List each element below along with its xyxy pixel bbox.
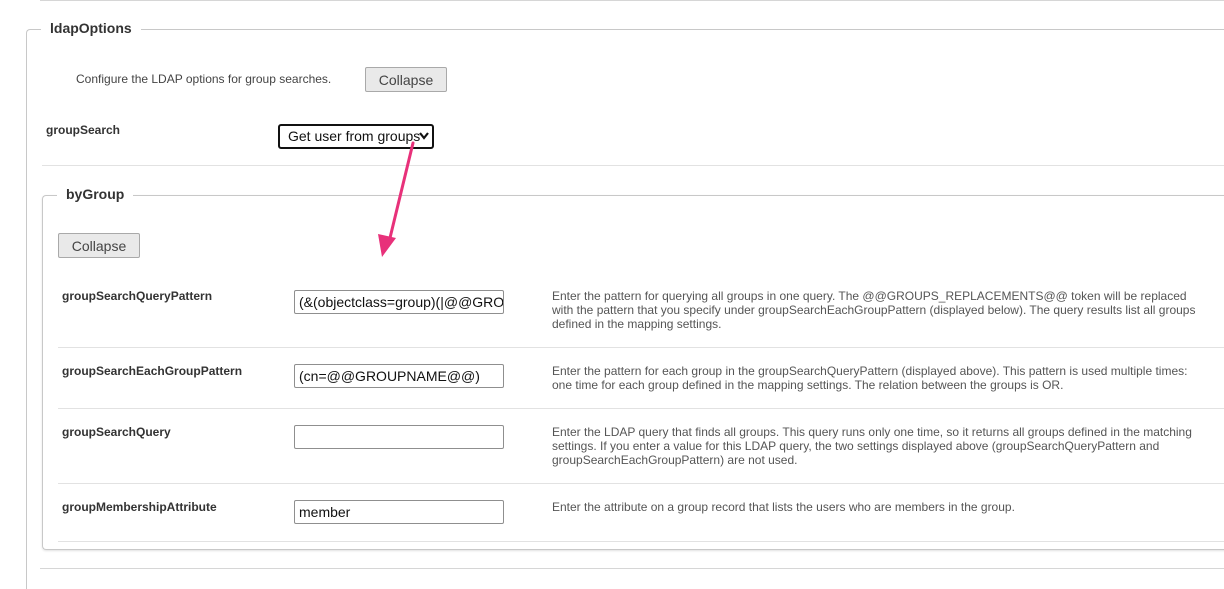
pointer-arrow-icon <box>378 141 415 257</box>
